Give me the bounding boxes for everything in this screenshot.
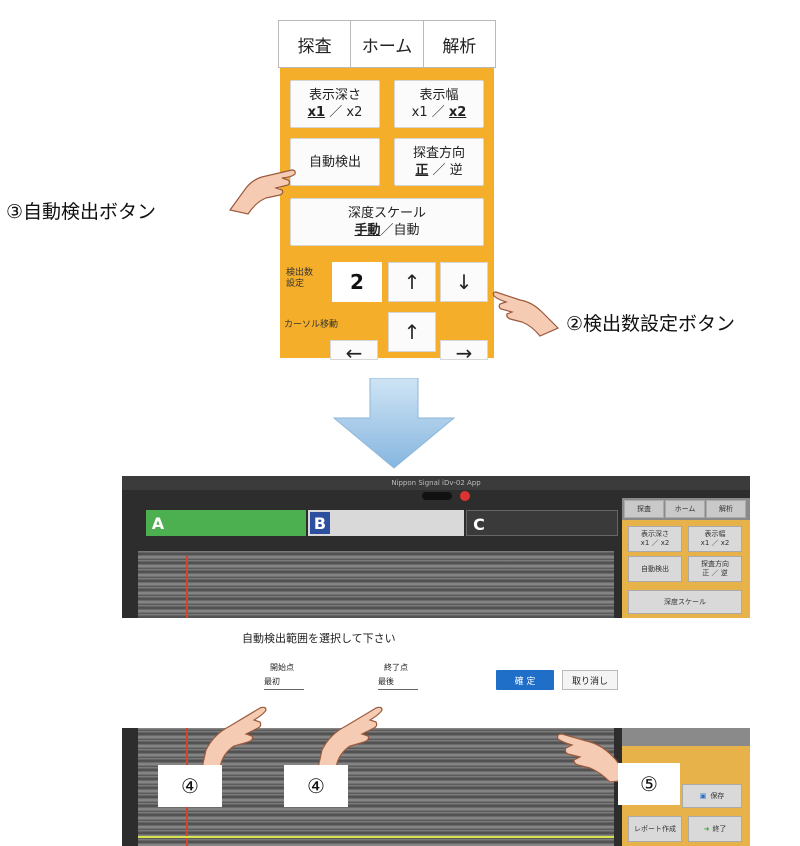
direction-opt-reverse: 逆 <box>449 163 463 178</box>
rp-depth-opts: x1 ／ x2 <box>640 539 670 547</box>
display-depth-title: 表示深さ <box>308 88 361 103</box>
control-panel-zoom: 探査 ホーム 解析 表示深さ x1 ／ x2 表示幅 x1 ／ x2 自動検出 … <box>278 0 496 365</box>
display-width-button[interactable]: 表示幅 x1 ／ x2 <box>394 80 484 128</box>
rp-tab-explore[interactable]: 探査 <box>624 500 664 518</box>
scale-opt-manual: 手動 <box>354 223 381 238</box>
tab-analysis[interactable]: 解析 <box>424 21 495 67</box>
top-tab-bar: 探査 ホーム 解析 <box>278 20 496 68</box>
confirm-button[interactable]: 確 定 <box>496 670 554 690</box>
cursor-right-button[interactable]: → <box>440 340 488 365</box>
rp-scale-button[interactable]: 深度スケール <box>628 590 742 614</box>
rp-exit-label: 終了 <box>712 824 727 833</box>
file-b-panel[interactable]: B <box>308 510 464 536</box>
start-point-select[interactable]: 最初 <box>264 676 304 690</box>
rp-save-label: 保存 <box>710 791 725 800</box>
cursor-up-button[interactable]: ↑ <box>388 312 436 352</box>
start-point-badge: ④ <box>158 765 222 807</box>
width-opt-x1: x1 <box>411 105 428 120</box>
count-up-button[interactable]: ↑ <box>388 262 436 302</box>
rp-save-button[interactable]: ▣ 保存 <box>682 784 742 808</box>
width-sep: ／ <box>431 105 445 120</box>
start-point-label: 開始点 <box>270 663 294 672</box>
file-c-letter: C <box>473 514 485 534</box>
tab-explore[interactable]: 探査 <box>279 21 352 67</box>
cursor-left-button[interactable]: ← <box>330 340 378 365</box>
tab-home[interactable]: ホーム <box>351 21 424 67</box>
rp-report-label: レポート作成 <box>634 824 676 833</box>
file-a-letter: A <box>151 513 165 533</box>
display-depth-button[interactable]: 表示深さ x1 ／ x2 <box>290 80 380 128</box>
rp-auto-label: 自動検出 <box>641 564 669 573</box>
rp-width-opts: x1 ／ x2 <box>700 539 730 547</box>
rp-report-button[interactable]: レポート作成 <box>628 816 682 842</box>
depth-opt-x2: x2 <box>346 105 363 120</box>
rp-depth-button[interactable]: 表示深さ x1 ／ x2 <box>628 526 682 552</box>
direction-sep: ／ <box>432 163 446 178</box>
record-icon[interactable] <box>460 491 470 501</box>
depth-scale-button[interactable]: 深度スケール 手動／自動 <box>290 198 484 246</box>
rp-direction-title: 探査方向 <box>701 560 729 568</box>
rp-direction-button[interactable]: 探査方向 正 ／ 逆 <box>688 556 742 582</box>
scale-opt-auto: 自動 <box>393 223 420 238</box>
direction-opt-forward: 正 <box>415 163 429 178</box>
pointing-hand-icon <box>317 706 383 769</box>
detection-count-value: 2 <box>332 262 382 302</box>
app-title: Nippon Signal iDv-02 App <box>122 476 750 490</box>
depth-scale-title: 深度スケール <box>347 206 426 221</box>
rp-width-title: 表示幅 <box>704 530 726 538</box>
count-label-line2: 設定 <box>286 279 305 289</box>
depth-sep: ／ <box>329 105 343 120</box>
cursor-move-label: カーソル移動 <box>284 320 339 330</box>
rp-width-button[interactable]: 表示幅 x1 ／ x2 <box>688 526 742 552</box>
surface-line <box>138 836 614 838</box>
cancel-button[interactable]: 取り消し <box>562 670 618 690</box>
count-setting-callout: ②検出数設定ボタン <box>566 313 736 335</box>
auto-detect-callout: ③自動検出ボタン <box>6 201 157 223</box>
rp-auto-button[interactable]: 自動検出 <box>628 556 682 582</box>
rp-tab-analysis[interactable]: 解析 <box>706 500 746 518</box>
confirm-badge: ⑤ <box>618 763 680 805</box>
file-c-panel[interactable]: C <box>466 510 618 536</box>
exit-icon: ➜ <box>703 824 710 833</box>
dialog-title: 自動検出範囲を選択して下さい <box>242 632 396 645</box>
orange-control-pad: 表示深さ x1 ／ x2 表示幅 x1 ／ x2 自動検出 探査方向 正 ／ 逆… <box>280 68 494 365</box>
width-opt-x2: x2 <box>448 105 467 120</box>
end-point-label: 終了点 <box>384 663 408 672</box>
end-point-select[interactable]: 最後 <box>378 676 418 690</box>
depth-opt-x1: x1 <box>307 105 326 120</box>
toggle-switch[interactable] <box>422 492 452 500</box>
pointing-hand-icon <box>228 169 296 215</box>
display-width-title: 表示幅 <box>419 88 459 103</box>
scan-direction-title: 探査方向 <box>412 146 465 161</box>
pointing-hand-icon <box>201 706 267 769</box>
save-icon: ▣ <box>699 791 707 800</box>
rp-direction-opts: 正 ／ 逆 <box>702 569 728 577</box>
auto-detect-label: 自動検出 <box>308 154 361 170</box>
scale-sep: ／ <box>380 223 394 238</box>
scan-direction-button[interactable]: 探査方向 正 ／ 逆 <box>394 138 484 186</box>
file-a-panel[interactable]: A <box>146 510 306 536</box>
rp-depth-title: 表示深さ <box>641 530 669 538</box>
down-arrow-icon <box>332 378 456 469</box>
rp-tab-home[interactable]: ホーム <box>665 500 705 518</box>
rp-scale-title: 深度スケール <box>664 597 706 606</box>
count-down-button[interactable]: ↓ <box>440 262 488 302</box>
file-b-letter: B <box>310 512 330 534</box>
count-label-line1: 検出数 <box>286 268 314 278</box>
end-point-badge: ④ <box>284 765 348 807</box>
count-setting-label: 検出数 設定 <box>286 268 326 290</box>
auto-detect-button[interactable]: 自動検出 <box>290 138 380 186</box>
rp-exit-button[interactable]: ➜ 終了 <box>688 816 742 842</box>
pointing-hand-icon <box>492 291 560 337</box>
